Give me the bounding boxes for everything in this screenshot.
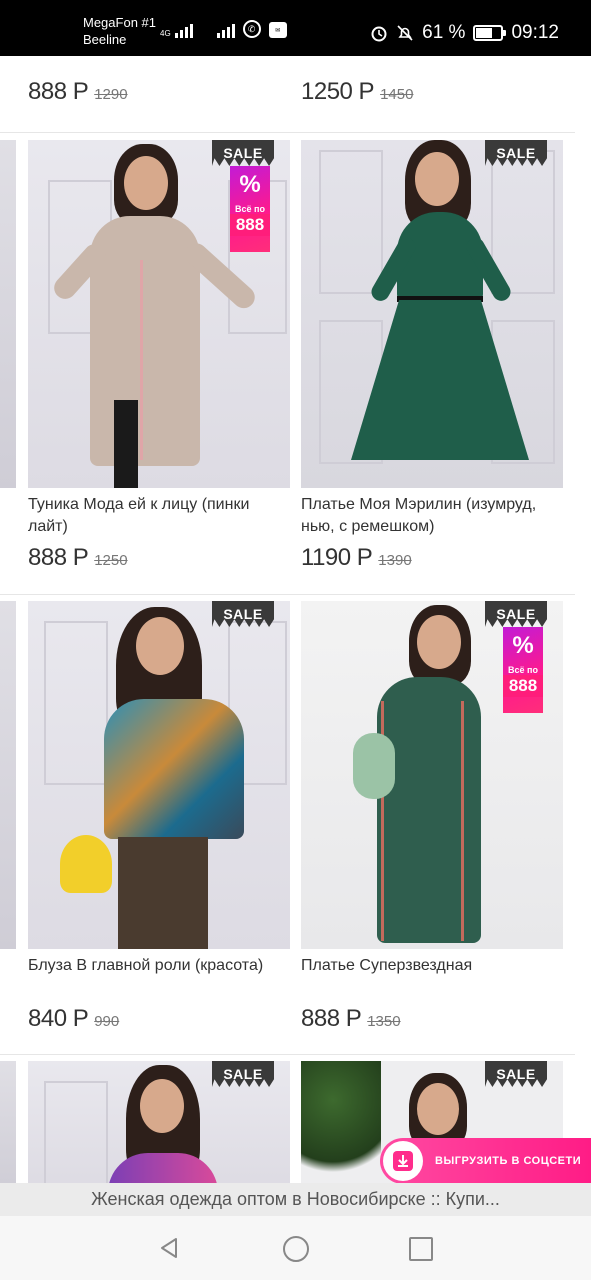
price-block: 1250 Р 1450 (301, 78, 413, 106)
network-type: 4G (160, 29, 171, 38)
yellow-bag (60, 835, 112, 893)
old-price: 1290 (94, 86, 128, 103)
price-block: 888 Р 1350 (301, 1005, 401, 1033)
status-icons-right: 61 % 09:12 (370, 22, 559, 44)
carrier-info: MegaFon #1 Beeline (83, 14, 156, 48)
old-price: 1250 (94, 552, 128, 569)
model-face (124, 156, 168, 210)
old-price: 1450 (380, 86, 414, 103)
product-title[interactable]: Платье Суперзвездная (301, 955, 551, 977)
tunic-trim (140, 260, 143, 460)
old-price: 990 (94, 1013, 120, 1030)
green-clutch (353, 733, 395, 799)
promo-percent: % (512, 632, 534, 659)
recent-apps-icon[interactable] (409, 1237, 433, 1261)
old-price: 1390 (378, 552, 412, 569)
battery-icon (473, 25, 507, 41)
signal-icon: 4G (160, 22, 193, 38)
current-price: 840 Р (28, 1005, 89, 1032)
clock: 09:12 (511, 22, 559, 43)
model-face (417, 615, 461, 669)
product-title[interactable]: Туника Мода ей к лицу (пинки лайт) (28, 494, 278, 538)
system-nav-bar (0, 1216, 591, 1280)
current-price: 888 Р (301, 1005, 362, 1032)
old-price: 1350 (367, 1013, 401, 1030)
status-bar: MegaFon #1 Beeline 4G ✆ ✉ 61 % 09:12 (0, 0, 591, 56)
price-block: 840 Р 990 (28, 1005, 119, 1033)
model-face (417, 1083, 459, 1135)
model-face (415, 152, 459, 206)
prev-card-strip (0, 1061, 16, 1183)
model-face (140, 1079, 184, 1133)
blouse (108, 1153, 218, 1183)
row-divider (0, 132, 575, 133)
notification-icon: ✉ (268, 22, 287, 38)
alarm-icon (371, 26, 387, 42)
promo-number: 888 (503, 675, 543, 697)
home-icon[interactable] (283, 1236, 309, 1262)
model-face (136, 617, 184, 675)
promo-number: 888 (230, 214, 270, 236)
product-title[interactable]: Платье Моя Мэрилин (изумруд, нью, с реме… (301, 494, 551, 538)
price-block: 888 Р 1290 (28, 78, 128, 106)
prev-card-strip (0, 140, 16, 488)
product-grid: 888 Р 1290 1250 Р 1450 SALE % Всё по 888… (0, 56, 591, 1183)
status-icons-left: 4G ✆ ✉ (160, 20, 287, 38)
trousers (118, 837, 208, 949)
viber-icon: ✆ (242, 20, 261, 38)
page-title: Женская одежда оптом в Новосибирске :: К… (91, 1189, 500, 1209)
current-price: 888 Р (28, 78, 89, 105)
back-icon[interactable] (157, 1236, 181, 1260)
wall-panel (319, 150, 383, 294)
wall-panel (44, 1081, 108, 1183)
battery-fill (476, 28, 493, 38)
share-to-social-button[interactable]: ВЫГРУЗИТЬ В СОЦСЕТИ (380, 1138, 591, 1184)
tunic (90, 216, 200, 466)
current-price: 1190 Р (301, 544, 373, 571)
product-title[interactable]: Блуза В главной роли (красота) (28, 955, 278, 977)
dress-stripe (461, 701, 464, 941)
price-block: 888 Р 1250 (28, 544, 128, 572)
wall-panel (44, 621, 108, 785)
model-leg (114, 400, 138, 488)
promo-all: Всё по (235, 204, 265, 214)
download-icon (383, 1141, 423, 1181)
product-image[interactable] (28, 601, 290, 949)
current-price: 888 Р (28, 544, 89, 571)
row-divider (0, 594, 575, 595)
promo-badge: % Всё по 888 (503, 627, 543, 713)
current-price: 1250 Р (301, 78, 375, 105)
dress (377, 677, 481, 943)
price-block: 1190 Р 1390 (301, 544, 412, 572)
carrier-2: Beeline (83, 32, 127, 47)
prev-card-strip (0, 601, 16, 949)
share-label: ВЫГРУЗИТЬ В СОЦСЕТИ (435, 1155, 582, 1167)
plant (301, 1061, 381, 1183)
blouse (104, 699, 244, 839)
row-divider (0, 1054, 575, 1055)
battery-percent: 61 % (422, 22, 466, 43)
promo-all: Всё по (508, 665, 538, 675)
promo-badge: % Всё по 888 (230, 166, 270, 252)
page-title-bar[interactable]: Женская одежда оптом в Новосибирске :: К… (0, 1183, 591, 1216)
promo-percent: % (239, 171, 261, 198)
carrier-1: MegaFon #1 (83, 15, 156, 30)
signal-icon (216, 22, 235, 38)
mute-icon (397, 25, 413, 41)
product-image[interactable] (301, 140, 563, 488)
